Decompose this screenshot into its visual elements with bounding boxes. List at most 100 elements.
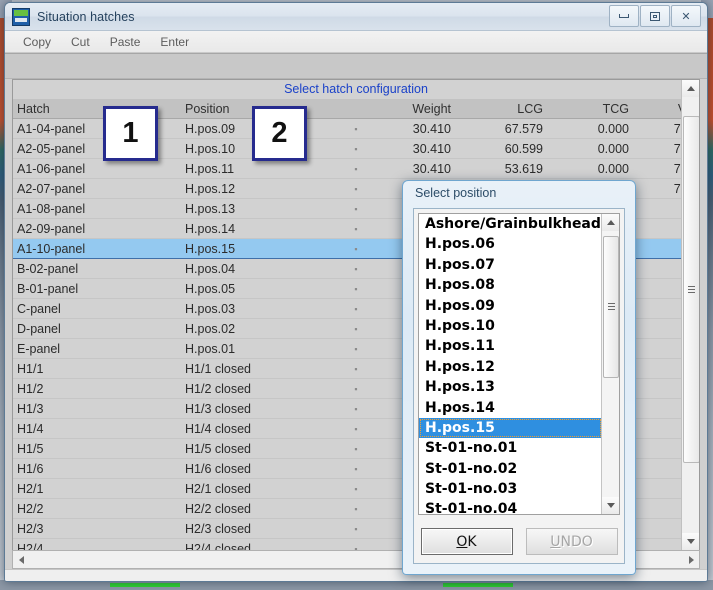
menu-item-cut[interactable]: Cut	[63, 33, 98, 51]
hatch-cell: H2/1	[13, 478, 181, 499]
list-item[interactable]: Ashore/Grainbulkhead	[419, 214, 602, 234]
position-cell[interactable]: H.pos.13	[181, 198, 345, 219]
marker-cell: ▪	[345, 198, 367, 219]
ok-button[interactable]: OK	[420, 528, 513, 555]
undo-button-rest: NDO	[560, 533, 593, 550]
position-cell[interactable]: H.pos.03	[181, 298, 345, 319]
window-title: Situation hatches	[37, 9, 135, 24]
menu-item-enter[interactable]: Enter	[152, 33, 197, 51]
dialog-body: Ashore/Grainbulkhead H.pos.06 H.pos.07 H.po…	[413, 208, 625, 564]
select-hatch-configuration-link[interactable]: Select hatch configuration	[284, 82, 428, 96]
list-item[interactable]: H.pos.06	[419, 234, 602, 254]
dialog-button-row: OK U NDO	[414, 528, 624, 555]
position-cell[interactable]: H2/2 closed	[181, 498, 345, 519]
hatch-cell: B-01-panel	[13, 278, 181, 299]
window-titlebar: Situation hatches ✕	[5, 3, 707, 31]
position-listbox[interactable]: Ashore/Grainbulkhead H.pos.06 H.pos.07 H.po…	[418, 213, 620, 515]
list-item[interactable]: St-01-no.02	[419, 459, 602, 479]
position-cell[interactable]: H.pos.05	[181, 278, 345, 299]
position-cell[interactable]: H.pos.02	[181, 318, 345, 339]
column-header-weight[interactable]: Weight	[367, 99, 455, 119]
hatch-cell: A1-10-panel	[13, 238, 181, 259]
list-item[interactable]: H.pos.15	[419, 417, 602, 439]
position-cell[interactable]: H2/3 closed	[181, 518, 345, 539]
scroll-down-button[interactable]	[682, 533, 699, 550]
position-list-items: Ashore/Grainbulkhead H.pos.06 H.pos.07 H.po…	[419, 214, 602, 514]
weight-cell: 30.410	[367, 118, 455, 139]
list-item[interactable]: H.pos.07	[419, 255, 602, 275]
list-item[interactable]: St-01-no.03	[419, 479, 602, 499]
select-position-dialog: Select position Ashore/Grainbulkhead H.po…	[402, 180, 636, 575]
column-header-lcg[interactable]: LCG	[455, 99, 547, 119]
scroll-up-button[interactable]	[682, 80, 699, 97]
hatch-cell: H1/1	[13, 358, 181, 379]
list-item[interactable]: H.pos.11	[419, 336, 602, 356]
scroll-grip-icon	[688, 285, 695, 294]
table-row[interactable]: A1-06-panelH.pos.11▪30.41053.6190.0007.3…	[13, 158, 699, 179]
hatch-cell: A2-07-panel	[13, 178, 181, 199]
position-cell[interactable]: H.pos.15	[181, 238, 345, 259]
background-progress-green-1	[110, 583, 180, 587]
maximize-icon	[650, 11, 660, 21]
marker-cell: ▪	[345, 358, 367, 379]
position-cell[interactable]: H.pos.04	[181, 258, 345, 279]
list-item[interactable]: H.pos.08	[419, 275, 602, 295]
position-cell[interactable]: H1/6 closed	[181, 458, 345, 479]
lcg-cell: 53.619	[455, 158, 547, 179]
list-item[interactable]: St-01-no.01	[419, 438, 602, 458]
marker-cell: ▪	[345, 158, 367, 179]
dialog-titlebar: Select position	[403, 181, 635, 205]
list-scroll-up-button[interactable]	[602, 214, 619, 231]
hatch-cell: H2/3	[13, 518, 181, 539]
ok-button-rest: K	[467, 533, 477, 550]
marker-cell: ▪	[345, 298, 367, 319]
hatch-cell: E-panel	[13, 338, 181, 359]
hatch-cell: A1-08-panel	[13, 198, 181, 219]
scroll-left-button[interactable]	[13, 552, 29, 567]
position-cell[interactable]: H.pos.11	[181, 158, 345, 179]
maximize-button[interactable]	[640, 5, 670, 27]
table-vertical-scrollbar[interactable]	[681, 80, 699, 550]
marker-cell: ▪	[345, 418, 367, 439]
marker-cell: ▪	[345, 458, 367, 479]
marker-cell: ▪	[345, 238, 367, 259]
position-cell[interactable]: H.pos.01	[181, 338, 345, 359]
list-item[interactable]: H.pos.13	[419, 377, 602, 397]
chevron-down-icon	[606, 503, 615, 508]
minimize-icon	[619, 14, 629, 18]
list-item[interactable]: H.pos.12	[419, 357, 602, 377]
list-scroll-down-button[interactable]	[602, 497, 619, 514]
menu-item-copy[interactable]: Copy	[15, 33, 59, 51]
list-item[interactable]: St-01-no.04	[419, 499, 602, 514]
position-cell[interactable]: H1/1 closed	[181, 358, 345, 379]
position-cell[interactable]: H1/2 closed	[181, 378, 345, 399]
column-header-blank	[345, 99, 367, 119]
close-icon: ✕	[681, 10, 691, 23]
listbox-scrollbar[interactable]	[601, 214, 619, 514]
close-button[interactable]: ✕	[671, 5, 701, 27]
position-cell[interactable]: H2/1 closed	[181, 478, 345, 499]
menu-item-paste[interactable]: Paste	[102, 33, 149, 51]
position-cell[interactable]: H.pos.14	[181, 218, 345, 239]
scroll-right-button[interactable]	[683, 552, 699, 567]
position-cell[interactable]: H1/5 closed	[181, 438, 345, 459]
listbox-scroll-thumb[interactable]	[603, 236, 619, 378]
marker-cell: ▪	[345, 338, 367, 359]
list-item[interactable]: H.pos.10	[419, 316, 602, 336]
background-progress-green-2	[443, 583, 513, 587]
list-item[interactable]: H.pos.09	[419, 296, 602, 316]
marker-cell: ▪	[345, 258, 367, 279]
position-cell[interactable]: H.pos.12	[181, 178, 345, 199]
marker-cell: ▪	[345, 518, 367, 539]
list-item[interactable]: H.pos.14	[419, 398, 602, 418]
vertical-scroll-thumb[interactable]	[683, 116, 699, 463]
lcg-cell: 60.599	[455, 138, 547, 159]
hatch-cell: B-02-panel	[13, 258, 181, 279]
position-cell[interactable]: H1/4 closed	[181, 418, 345, 439]
minimize-button[interactable]	[609, 5, 639, 27]
marker-cell: ▪	[345, 378, 367, 399]
weight-cell: 30.410	[367, 138, 455, 159]
position-cell[interactable]: H1/3 closed	[181, 398, 345, 419]
marker-cell: ▪	[345, 478, 367, 499]
column-header-tcg[interactable]: TCG	[547, 99, 633, 119]
